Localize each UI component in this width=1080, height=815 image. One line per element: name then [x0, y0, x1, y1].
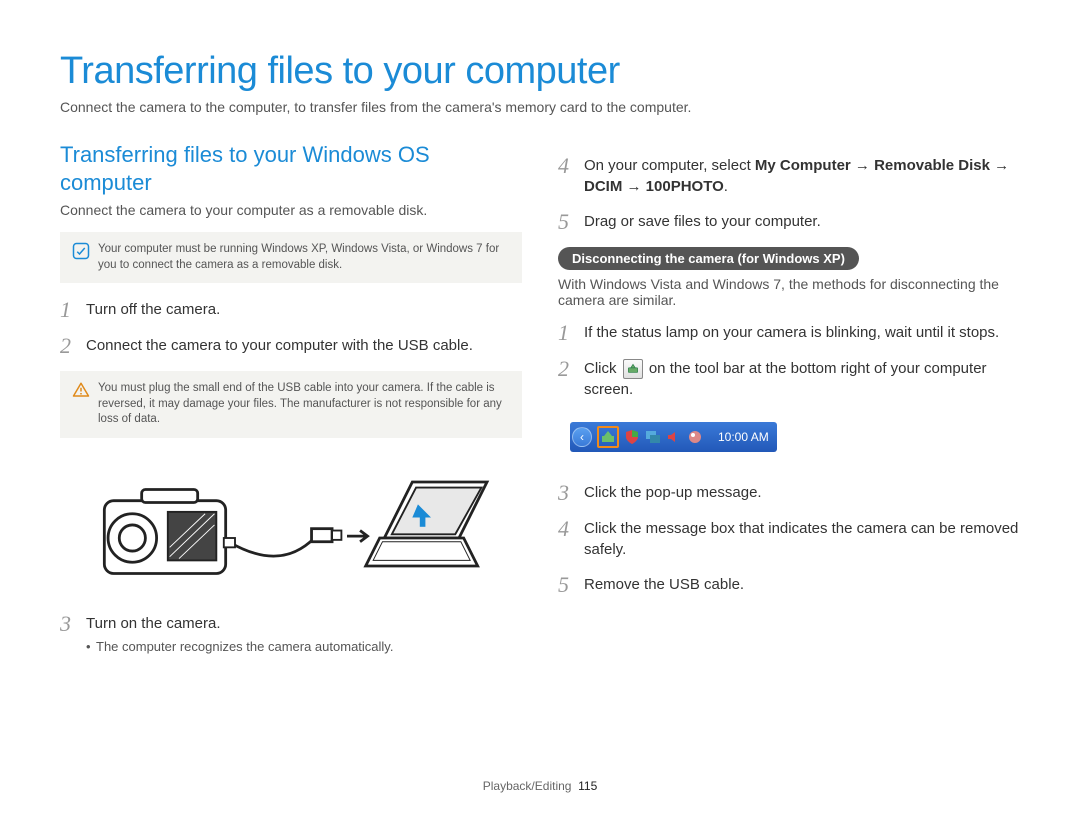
- d-step-5: 5 Remove the USB cable.: [558, 574, 1020, 596]
- d-step-4-text: Click the message box that indicates the…: [584, 518, 1020, 560]
- d-step-2-b: on the tool bar at the bottom right of y…: [584, 360, 987, 398]
- windows-taskbar: ‹ 10:00 AM: [570, 422, 777, 452]
- step-2-text: Connect the camera to your computer with…: [86, 335, 522, 357]
- step-num-3: 3: [60, 613, 76, 656]
- footer-page-number: 115: [578, 779, 597, 793]
- d-step-2-a: Click: [584, 360, 621, 377]
- step-3-text: Turn on the camera.: [86, 615, 221, 632]
- d-step-num-3: 3: [558, 482, 574, 504]
- d-step-num-1: 1: [558, 322, 574, 344]
- step-1: 1 Turn off the camera.: [60, 299, 522, 321]
- tray-monitor-icon: [645, 429, 661, 445]
- d-step-num-2: 2: [558, 358, 574, 400]
- note-os-requirement: Your computer must be running Windows XP…: [60, 232, 522, 283]
- steps-left-b: 3 Turn on the camera. The computer recog…: [60, 613, 522, 656]
- d-step-1-text: If the status lamp on your camera is bli…: [584, 322, 1020, 344]
- page-desc: Connect the camera to the computer, to t…: [60, 99, 1020, 115]
- step-1-text: Turn off the camera.: [86, 299, 522, 321]
- step-5: 5 Drag or save files to your computer.: [558, 211, 1020, 233]
- note-usb-warning: You must plug the small end of the USB c…: [60, 371, 522, 438]
- section-windows-title: Transferring files to your Windows OS co…: [60, 141, 522, 196]
- step-num-4: 4: [558, 155, 574, 197]
- d-step-3: 3 Click the pop-up message.: [558, 482, 1020, 504]
- d-step-4: 4 Click the message box that indicates t…: [558, 518, 1020, 560]
- tray-network-icon: [687, 429, 703, 445]
- disconnect-steps-b: 3 Click the pop-up message. 4 Click the …: [558, 482, 1020, 596]
- section-windows-desc: Connect the camera to your computer as a…: [60, 202, 522, 218]
- step-num-1: 1: [60, 299, 76, 321]
- right-column: 4 On your computer, select My Computer →…: [558, 141, 1020, 670]
- info-icon: [72, 242, 90, 260]
- tray-shield-icon: [624, 429, 640, 445]
- d-step-3-text: Click the pop-up message.: [584, 482, 1020, 504]
- d-step-num-4: 4: [558, 518, 574, 560]
- disconnect-desc: With Windows Vista and Windows 7, the me…: [558, 276, 1020, 308]
- step-num-5: 5: [558, 211, 574, 233]
- note-usb-text: You must plug the small end of the USB c…: [98, 381, 510, 428]
- d-step-num-5: 5: [558, 574, 574, 596]
- disconnect-steps: 1 If the status lamp on your camera is b…: [558, 322, 1020, 400]
- steps-left-a: 1 Turn off the camera. 2 Connect the cam…: [60, 299, 522, 357]
- step-4: 4 On your computer, select My Computer →…: [558, 155, 1020, 197]
- step-3: 3 Turn on the camera. The computer recog…: [60, 613, 522, 656]
- tray-highlighted-icon: [597, 426, 619, 448]
- tray-expand-icon: ‹: [572, 427, 592, 447]
- disconnect-pill: Disconnecting the camera (for Windows XP…: [558, 247, 859, 270]
- taskbar-time: 10:00 AM: [718, 430, 769, 444]
- step-2: 2 Connect the camera to your computer wi…: [60, 335, 522, 357]
- page-title: Transferring files to your computer: [60, 50, 1020, 93]
- left-column: Transferring files to your Windows OS co…: [60, 141, 522, 670]
- d-step-2: 2 Click on the tool bar at the bottom ri…: [558, 358, 1020, 400]
- warning-icon: [72, 381, 90, 399]
- safely-remove-icon: [623, 359, 643, 379]
- page-footer: Playback/Editing 115: [0, 779, 1080, 793]
- content-columns: Transferring files to your Windows OS co…: [60, 141, 1020, 670]
- step-3-sub: The computer recognizes the camera autom…: [86, 638, 522, 656]
- camera-laptop-illustration: [60, 454, 522, 599]
- d-step-5-text: Remove the USB cable.: [584, 574, 1020, 596]
- footer-section: Playback/Editing: [483, 779, 572, 793]
- tray-volume-icon: [666, 429, 682, 445]
- steps-right-a: 4 On your computer, select My Computer →…: [558, 155, 1020, 233]
- step-5-text: Drag or save files to your computer.: [584, 211, 1020, 233]
- d-step-1: 1 If the status lamp on your camera is b…: [558, 322, 1020, 344]
- step-num-2: 2: [60, 335, 76, 357]
- note-os-text: Your computer must be running Windows XP…: [98, 242, 510, 273]
- step-4-pre: On your computer, select: [584, 157, 755, 174]
